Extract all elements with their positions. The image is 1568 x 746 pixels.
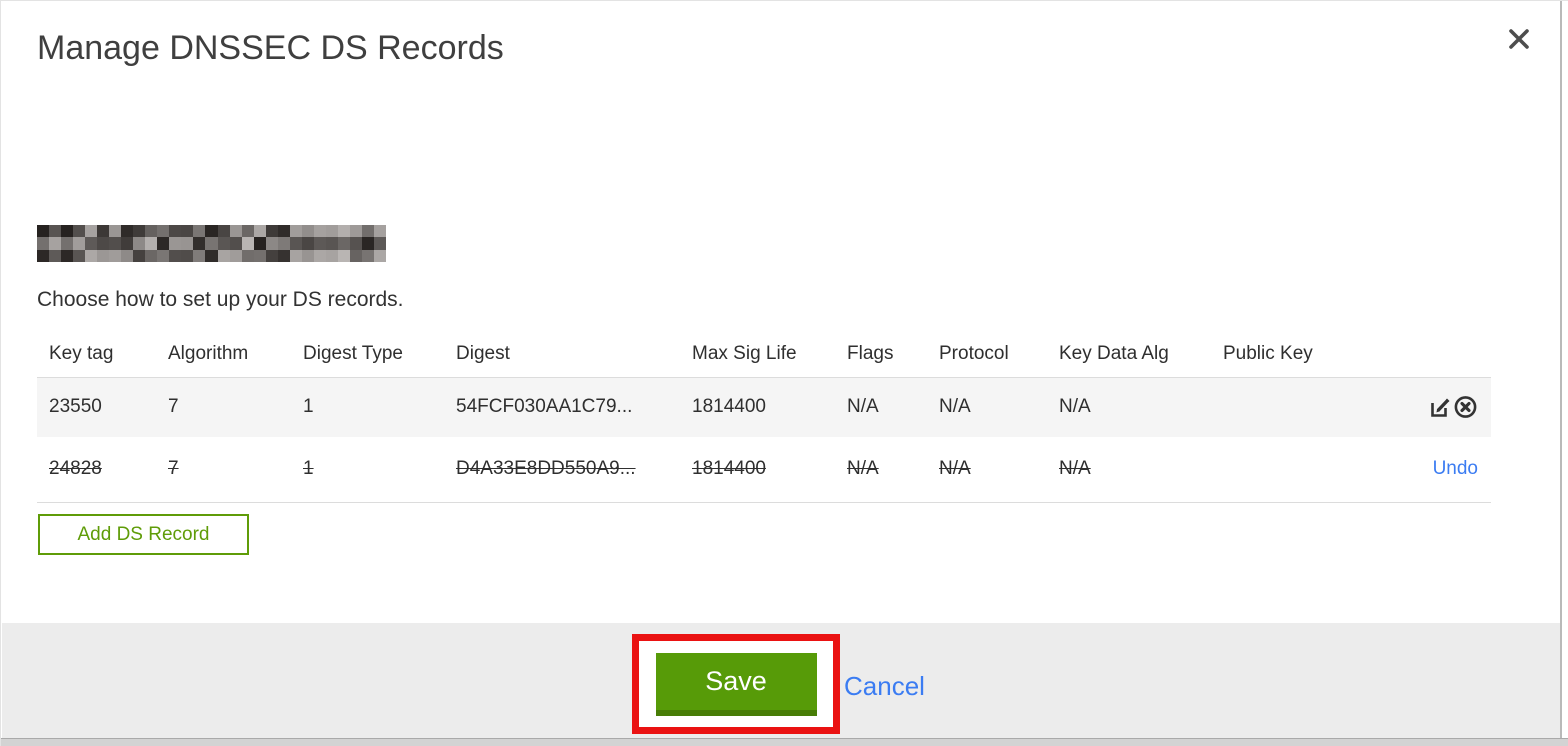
row-actions <box>1361 377 1491 437</box>
cell-key-data-alg: N/A <box>1059 458 1091 480</box>
cell-algorithm: 7 <box>168 458 179 480</box>
edit-icon[interactable] <box>1428 394 1453 420</box>
col-header-digest-type: Digest Type <box>303 342 403 364</box>
col-header-flags: Flags <box>847 342 894 364</box>
col-header-key-tag: Key tag <box>49 342 114 364</box>
close-icon[interactable] <box>1505 25 1533 53</box>
cell-algorithm: 7 <box>168 396 179 418</box>
page-title: Manage DNSSEC DS Records <box>37 29 504 67</box>
red-highlight-annotation: Save <box>632 634 840 734</box>
cell-protocol: N/A <box>939 458 971 480</box>
cell-key-data-alg: N/A <box>1059 396 1091 418</box>
cancel-link[interactable]: Cancel <box>844 671 925 702</box>
cell-digest-type: 1 <box>303 396 314 418</box>
cell-max-sig-life: 1814400 <box>692 458 766 480</box>
cell-flags: N/A <box>847 396 879 418</box>
delete-icon[interactable] <box>1453 394 1478 420</box>
dnssec-ds-records-modal: Manage DNSSEC DS Records Choose how to s… <box>0 0 1568 746</box>
col-header-protocol: Protocol <box>939 342 1009 364</box>
save-button[interactable]: Save <box>655 652 817 716</box>
row-actions: Undo <box>1361 437 1491 502</box>
cell-flags: N/A <box>847 458 879 480</box>
col-header-key-data-alg: Key Data Alg <box>1059 342 1169 364</box>
col-header-algorithm: Algorithm <box>168 342 249 364</box>
modal-footer: Save Cancel <box>2 623 1560 739</box>
cell-key-tag: 24828 <box>49 458 102 480</box>
cell-public-key <box>1211 437 1361 502</box>
ds-record-row: 23550 7 1 54FCF030AA1C79... 1814400 N/A … <box>37 377 1491 437</box>
col-header-digest: Digest <box>456 342 510 364</box>
cell-digest: 54FCF030AA1C79... <box>456 396 633 418</box>
ds-record-row: 24828 7 1 D4A33E8DD550A9... 1814400 N/A … <box>37 437 1491 502</box>
col-header-public-key: Public Key <box>1223 342 1313 364</box>
cell-key-tag: 23550 <box>49 396 102 418</box>
undo-link[interactable]: Undo <box>1433 458 1478 479</box>
cell-digest-type: 1 <box>303 458 314 480</box>
cell-max-sig-life: 1814400 <box>692 396 766 418</box>
add-ds-record-button[interactable]: Add DS Record <box>38 514 249 555</box>
cell-digest: D4A33E8DD550A9... <box>456 458 636 480</box>
col-header-max-sig-life: Max Sig Life <box>692 342 797 364</box>
window-right-border <box>1560 1 1562 739</box>
redacted-domain-text <box>37 225 386 262</box>
instruction-text: Choose how to set up your DS records. <box>37 288 404 311</box>
ds-records-table: Key tag Algorithm Digest Type Digest Max… <box>37 331 1491 503</box>
cell-public-key <box>1211 377 1361 437</box>
cell-protocol: N/A <box>939 396 971 418</box>
table-header-row: Key tag Algorithm Digest Type Digest Max… <box>37 331 1491 377</box>
col-header-actions <box>1361 331 1491 377</box>
window-bottom-edge <box>1 738 1568 746</box>
